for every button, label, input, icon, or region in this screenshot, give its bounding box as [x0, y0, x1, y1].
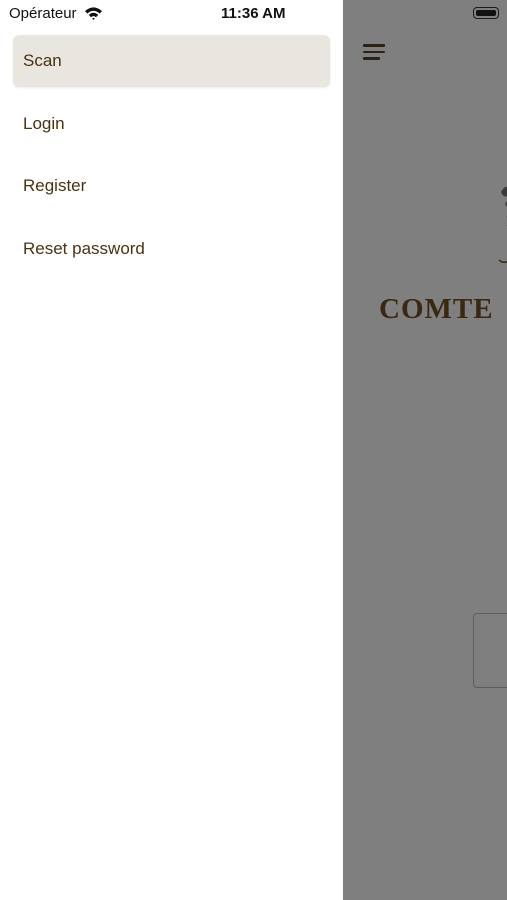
battery-icon	[473, 7, 499, 19]
menu-item-scan[interactable]: Scan	[13, 35, 330, 87]
menu-item-label: Login	[23, 113, 65, 133]
background-app-content: COMTE	[343, 0, 507, 900]
status-bar-time: 11:36 AM	[221, 5, 286, 22]
menu-item-reset-password[interactable]: Reset password	[13, 223, 330, 275]
brand-name: COMTE	[379, 293, 494, 325]
navigation-drawer: Opérateur 11:36 AM Scan Login Register R…	[0, 0, 343, 900]
menu-item-label: Reset password	[23, 238, 145, 258]
status-bar-carrier-group: Opérateur	[9, 5, 103, 22]
menu-item-label: Register	[23, 176, 87, 195]
wifi-icon	[84, 7, 102, 20]
menu-item-register[interactable]: Register	[13, 160, 330, 212]
brand-logo-icon	[498, 186, 507, 264]
hamburger-menu-icon[interactable]	[363, 43, 385, 61]
menu-item-label: Scan	[23, 51, 62, 70]
carrier-name: Opérateur	[9, 5, 77, 22]
menu-item-login[interactable]: Login	[13, 98, 330, 150]
drawer-menu: Scan Login Register Reset password	[13, 35, 330, 285]
background-card	[473, 613, 507, 688]
